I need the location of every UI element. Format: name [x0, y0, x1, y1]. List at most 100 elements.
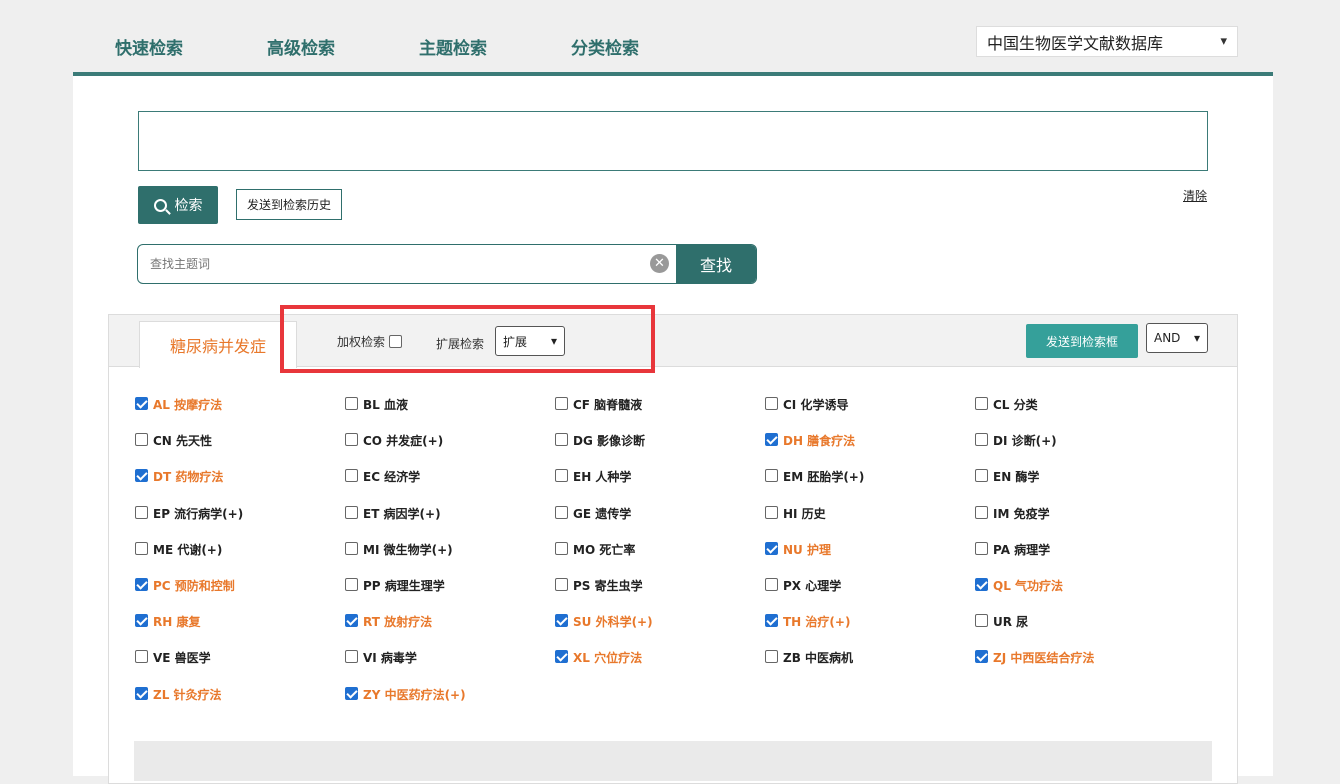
find-button[interactable]: 查找 [676, 245, 756, 283]
qualifier-item[interactable]: CI 化学诱导 [765, 395, 975, 431]
qualifier-checkbox[interactable] [975, 577, 988, 591]
qualifier-checkbox[interactable] [135, 541, 148, 555]
expand-search-select[interactable]: 扩展 ▾ [495, 326, 565, 356]
clear-input-icon[interactable]: ✕ [650, 254, 669, 273]
qualifier-checkbox[interactable] [135, 686, 148, 700]
qualifier-item[interactable]: ET 病因学(+) [345, 504, 555, 540]
qualifier-checkbox[interactable] [345, 397, 358, 410]
logic-operator-select[interactable]: AND ▾ [1146, 323, 1208, 353]
qualifier-item[interactable]: IM 免疫学 [975, 504, 1185, 540]
qualifier-item[interactable]: PX 心理学 [765, 576, 975, 612]
qualifier-checkbox[interactable] [345, 577, 358, 591]
qualifier-checkbox[interactable] [135, 650, 148, 664]
qualifier-checkbox[interactable] [975, 433, 988, 447]
qualifier-item[interactable]: MO 死亡率 [555, 540, 765, 576]
qualifier-checkbox[interactable] [345, 686, 358, 700]
qualifier-checkbox[interactable] [765, 469, 778, 483]
qualifier-checkbox[interactable] [555, 433, 568, 447]
qualifier-checkbox[interactable] [345, 614, 358, 628]
qualifier-item[interactable]: EP 流行病学(+) [135, 504, 345, 540]
qualifier-checkbox[interactable] [765, 505, 778, 519]
search-button[interactable]: 检索 [138, 186, 218, 224]
qualifier-item[interactable]: DT 药物疗法 [135, 467, 345, 503]
qualifier-checkbox[interactable] [975, 397, 988, 410]
qualifier-checkbox[interactable] [555, 577, 568, 591]
qualifier-checkbox[interactable] [345, 650, 358, 664]
qualifier-checkbox[interactable] [765, 614, 778, 628]
qualifier-checkbox[interactable] [135, 577, 148, 591]
qualifier-item[interactable]: DG 影像诊断 [555, 431, 765, 467]
qualifier-checkbox[interactable] [135, 469, 148, 483]
qualifier-item[interactable]: PS 寄生虫学 [555, 576, 765, 612]
qualifier-item[interactable]: DH 膳食疗法 [765, 431, 975, 467]
qualifier-checkbox[interactable] [975, 650, 988, 664]
qualifier-checkbox[interactable] [975, 541, 988, 555]
qualifier-checkbox[interactable] [765, 433, 778, 447]
qualifier-item[interactable]: PA 病理学 [975, 540, 1185, 576]
qualifier-item[interactable]: SU 外科学(+) [555, 612, 765, 648]
qualifier-item[interactable]: TH 治疗(+) [765, 612, 975, 648]
qualifier-item[interactable]: ZJ 中西医结合疗法 [975, 648, 1185, 684]
qualifier-checkbox[interactable] [345, 469, 358, 483]
qualifier-checkbox[interactable] [135, 397, 148, 410]
qualifier-item[interactable]: ZL 针灸疗法 [135, 685, 345, 721]
qualifier-checkbox[interactable] [135, 433, 148, 447]
qualifier-item[interactable]: EM 胚胎学(+) [765, 467, 975, 503]
qualifier-checkbox[interactable] [765, 397, 778, 410]
qualifier-item[interactable]: ME 代谢(+) [135, 540, 345, 576]
qualifier-checkbox[interactable] [765, 577, 778, 591]
qualifier-item[interactable]: UR 尿 [975, 612, 1185, 648]
qualifier-item[interactable]: XL 穴位疗法 [555, 648, 765, 684]
qualifier-item[interactable]: BL 血液 [345, 395, 555, 431]
qualifier-checkbox[interactable] [135, 505, 148, 519]
qualifier-item[interactable]: RH 康复 [135, 612, 345, 648]
qualifier-checkbox[interactable] [555, 505, 568, 519]
database-select[interactable]: 中国生物医学文献数据库 ▾ [976, 26, 1238, 57]
qualifier-item[interactable]: CF 脑脊髓液 [555, 395, 765, 431]
qualifier-checkbox[interactable] [555, 469, 568, 483]
tab-subject-search[interactable]: 主题检索 [377, 34, 529, 80]
send-to-search-box-button[interactable]: 发送到检索框 [1026, 324, 1138, 358]
qualifier-checkbox[interactable] [555, 541, 568, 555]
send-to-history-button[interactable]: 发送到检索历史 [236, 189, 342, 220]
qualifier-item[interactable]: NU 护理 [765, 540, 975, 576]
qualifier-item[interactable]: ZB 中医病机 [765, 648, 975, 684]
clear-link[interactable]: 清除 [1183, 187, 1207, 204]
qualifier-item[interactable]: PP 病理生理学 [345, 576, 555, 612]
qualifier-checkbox[interactable] [345, 541, 358, 555]
qualifier-item[interactable]: CL 分类 [975, 395, 1185, 431]
qualifier-item[interactable]: AL 按摩疗法 [135, 395, 345, 431]
qualifier-item[interactable]: HI 历史 [765, 504, 975, 540]
qualifier-item[interactable]: CN 先天性 [135, 431, 345, 467]
qualifier-item[interactable]: ZY 中医药疗法(+) [345, 685, 555, 721]
qualifier-item[interactable]: EC 经济学 [345, 467, 555, 503]
qualifier-item[interactable]: EH 人种学 [555, 467, 765, 503]
qualifier-item[interactable]: MI 微生物学(+) [345, 540, 555, 576]
tab-classification-search[interactable]: 分类检索 [529, 34, 681, 76]
tab-advanced-search[interactable]: 高级检索 [225, 34, 377, 76]
find-subject-input[interactable] [138, 245, 678, 283]
qualifier-checkbox[interactable] [135, 614, 148, 628]
subject-term-tab[interactable]: 糖尿病并发症 [139, 321, 297, 368]
qualifier-checkbox[interactable] [765, 541, 778, 555]
qualifier-checkbox[interactable] [975, 505, 988, 519]
qualifier-item[interactable]: PC 预防和控制 [135, 576, 345, 612]
qualifier-item[interactable]: DI 诊断(+) [975, 431, 1185, 467]
qualifier-checkbox[interactable] [555, 397, 568, 410]
qualifier-item[interactable]: QL 气功疗法 [975, 576, 1185, 612]
qualifier-checkbox[interactable] [345, 505, 358, 519]
qualifier-checkbox[interactable] [975, 469, 988, 483]
weighted-search-checkbox[interactable] [389, 335, 403, 348]
tab-quick-search[interactable]: 快速检索 [73, 34, 225, 76]
qualifier-item[interactable]: RT 放射疗法 [345, 612, 555, 648]
qualifier-item[interactable]: GE 遗传学 [555, 504, 765, 540]
qualifier-checkbox[interactable] [975, 614, 988, 628]
qualifier-item[interactable]: CO 并发症(+) [345, 431, 555, 467]
qualifier-item[interactable]: EN 酶学 [975, 467, 1185, 503]
qualifier-item[interactable]: VE 兽医学 [135, 648, 345, 684]
query-textarea[interactable] [138, 111, 1208, 171]
qualifier-checkbox[interactable] [555, 614, 568, 628]
qualifier-checkbox[interactable] [345, 433, 358, 447]
qualifier-checkbox[interactable] [765, 650, 778, 664]
qualifier-checkbox[interactable] [555, 650, 568, 664]
